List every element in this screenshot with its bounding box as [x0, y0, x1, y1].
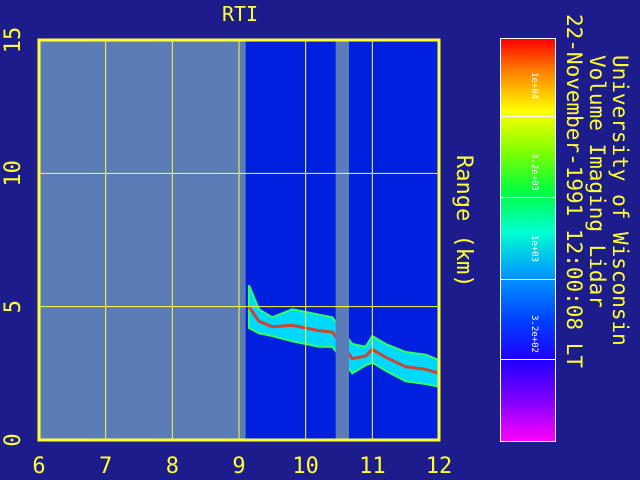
info-line-2: Volume Imaging Lidar: [585, 55, 609, 308]
x-tick-6: 6: [32, 454, 45, 479]
colorbar-tick-label: 3.2e+03: [529, 152, 539, 191]
colorbar-tick-label: 1e+03: [529, 234, 539, 262]
colorbar-tick-line: [501, 359, 555, 360]
x-tick-12: 12: [426, 454, 453, 479]
x-tick-10: 10: [292, 454, 319, 479]
y-tick-10: 10: [1, 160, 26, 187]
x-tick-9: 9: [232, 454, 245, 479]
colorbar-tick-line: [501, 116, 555, 118]
colorbar-tick-label: 3.2e+02: [529, 315, 539, 353]
no-data-region-2: [335, 40, 349, 440]
colorbar-tick-label: 1e+04: [529, 72, 539, 100]
colorbar-tick-line: [501, 196, 555, 198]
info-line-1: University of Wisconsin: [608, 55, 632, 346]
x-tick-8: 8: [166, 454, 179, 479]
chart-title: RTI: [221, 2, 259, 26]
y-tick-15: 15: [1, 27, 26, 54]
colorbar-tick-line: [501, 278, 555, 280]
y-tick-5: 5: [1, 300, 26, 313]
y-tick-0: 0: [1, 433, 26, 446]
info-line-3: 22-November-1991 12:00:08 LT: [562, 14, 586, 369]
x-tick-7: 7: [99, 454, 112, 479]
colorbar: 1e+04 3.2e+03 1e+03 3.2e+02: [500, 38, 556, 442]
y-axis-label: Range (km): [451, 155, 476, 288]
x-tick-11: 11: [359, 454, 386, 479]
no-data-region-1: [39, 40, 246, 440]
